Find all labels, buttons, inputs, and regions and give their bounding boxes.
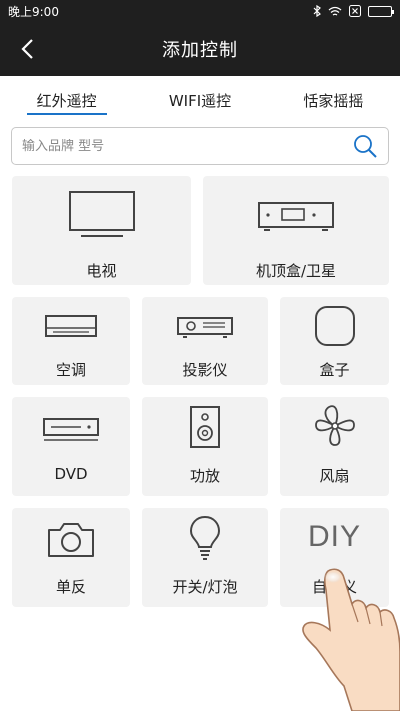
device-card-tv[interactable]: 电视: [12, 176, 191, 285]
device-label-diy: 自定义: [311, 578, 357, 596]
device-card-amplifier[interactable]: 功放: [142, 397, 268, 496]
device-label-box: 盒子: [319, 361, 350, 379]
fan-icon: [314, 405, 355, 446]
wifi-icon: [328, 6, 342, 16]
camera-icon: [48, 523, 94, 557]
device-card-projector[interactable]: 投影仪: [142, 297, 268, 385]
light-bulb-icon: [189, 515, 221, 560]
speaker-icon: [190, 406, 220, 448]
tab-bar: 红外遥控 WIFI遥控 恬家摇摇: [0, 76, 400, 124]
device-card-camera[interactable]: 单反: [12, 508, 130, 607]
device-label-set-top-box: 机顶盒/卫星: [255, 262, 337, 280]
air-conditioner-icon: [45, 315, 97, 337]
tab-wifi-remote[interactable]: WIFI遥控: [133, 76, 266, 124]
device-label-light-switch: 开关/灯泡: [172, 578, 238, 596]
battery-icon: [368, 5, 394, 17]
status-bar: 晚上9:00: [0, 0, 400, 22]
status-time: 晚上9:00: [8, 4, 59, 19]
device-label-dvd: DVD: [54, 465, 88, 483]
device-card-dvd[interactable]: DVD: [12, 397, 130, 496]
box-icon: [314, 306, 355, 346]
tab-ir-remote[interactable]: 红外遥控: [0, 76, 133, 124]
diy-icon: DIY: [307, 520, 362, 553]
projector-icon: [177, 317, 233, 338]
device-card-box[interactable]: 盒子: [280, 297, 389, 385]
device-label-air-conditioner: 空调: [55, 361, 86, 379]
device-label-fan: 风扇: [319, 467, 350, 485]
set-top-box-icon: [258, 202, 334, 231]
device-card-light-switch[interactable]: 开关/灯泡: [142, 508, 268, 607]
bluetooth-icon: [313, 5, 321, 17]
status-icons: [313, 5, 394, 17]
device-label-tv: 电视: [86, 262, 117, 280]
device-card-set-top-box[interactable]: 机顶盒/卫星: [203, 176, 389, 285]
page-title: 添加控制: [162, 40, 238, 61]
tab-tianjia-shake[interactable]: 恬家摇摇: [267, 76, 400, 124]
device-label-camera: 单反: [55, 578, 86, 596]
device-card-diy[interactable]: DIY 自定义: [280, 508, 389, 607]
device-card-fan[interactable]: 风扇: [280, 397, 389, 496]
search-icon[interactable]: [352, 133, 378, 159]
back-arrow-icon[interactable]: [16, 36, 42, 62]
search-input[interactable]: [22, 138, 352, 154]
device-label-projector: 投影仪: [182, 361, 228, 379]
title-bar: 添加控制: [0, 22, 400, 76]
sim-off-icon: [349, 5, 361, 17]
search-box: [11, 127, 389, 165]
device-label-amplifier: 功放: [189, 467, 220, 485]
tv-icon: [68, 191, 135, 237]
device-card-air-conditioner[interactable]: 空调: [12, 297, 130, 385]
dvd-player-icon: [43, 418, 99, 441]
